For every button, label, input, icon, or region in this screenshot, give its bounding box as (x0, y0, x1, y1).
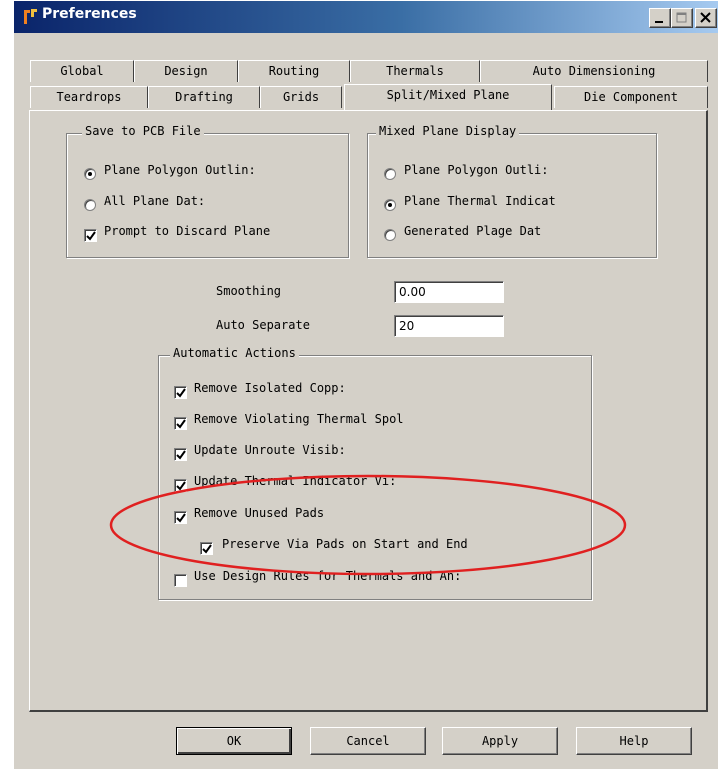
checkbox-remove-violating-thermal-spokes[interactable] (174, 417, 187, 430)
checkbox-preserve-via-pads-label: Preserve Via Pads on Start and End (222, 537, 468, 551)
checkmark-icon (176, 388, 186, 398)
checkbox-update-unroute-visibility-label: Update Unroute Visib: (194, 443, 346, 457)
checkbox-remove-unused-pads-label: Remove Unused Pads (194, 506, 325, 520)
automatic-actions-group-title: Automatic Actions (170, 346, 299, 360)
checkbox-use-design-rules-thermals-label: Use Design Rules for Thermals and An: (194, 569, 462, 583)
smoothing-label: Smoothing (216, 284, 282, 298)
radio-all-plane-data[interactable] (84, 199, 96, 211)
checkbox-update-thermal-indicator-visibility[interactable] (174, 479, 187, 492)
radio-plane-polygon-outline[interactable] (84, 168, 96, 180)
close-icon (700, 12, 711, 23)
cancel-button[interactable]: Cancel (310, 727, 426, 755)
checkbox-preserve-via-pads[interactable] (200, 542, 213, 555)
tab-routing[interactable]: Routing (238, 60, 350, 82)
checkbox-use-design-rules-thermals[interactable] (174, 574, 187, 587)
tab-auto-dimensioning[interactable]: Auto Dimensioning (480, 60, 708, 82)
checkbox-update-thermal-indicator-visibility-label: Update Thermal Indicator Vi: (194, 474, 397, 488)
radio-all-plane-data-label: All Plane Dat: (104, 194, 206, 208)
tab-thermals[interactable]: Thermals (350, 60, 480, 82)
mixed-plane-display-group-title: Mixed Plane Display (376, 124, 520, 138)
checkbox-prompt-discard-plane-label: Prompt to Discard Plane (104, 224, 271, 238)
auto-separate-label: Auto Separate (216, 318, 310, 332)
radio-generated-plane-data[interactable] (384, 229, 396, 241)
minimize-icon (655, 21, 663, 23)
smoothing-input[interactable]: 0.00 (394, 281, 504, 303)
tab-drafting[interactable]: Drafting (148, 86, 260, 108)
ok-button[interactable]: OK (176, 727, 292, 755)
maximize-icon (676, 12, 687, 23)
checkbox-update-unroute-visibility[interactable] (174, 448, 187, 461)
tab-split-mixed-plane[interactable]: Split/Mixed Plane (344, 84, 552, 110)
tab-global[interactable]: Global (30, 60, 134, 82)
close-button[interactable] (695, 8, 717, 28)
maximize-button[interactable] (671, 8, 693, 28)
tab-die-component[interactable]: Die Component (554, 86, 708, 108)
tab-teardrops[interactable]: Teardrops (30, 86, 148, 108)
checkmark-icon (176, 450, 186, 460)
minimize-button[interactable] (649, 8, 671, 28)
checkbox-remove-isolated-copper-label: Remove Isolated Copp: (194, 381, 346, 395)
radio-plane-polygon-outline-display-label: Plane Polygon Outli: (404, 163, 549, 177)
checkmark-icon (202, 544, 212, 554)
window-title: Preferences (42, 6, 137, 22)
tab-design[interactable]: Design (134, 60, 238, 82)
checkmark-icon (86, 231, 96, 241)
checkmark-icon (176, 513, 186, 523)
auto-separate-input[interactable]: 20 (394, 315, 504, 337)
apply-button[interactable]: Apply (442, 727, 558, 755)
radio-plane-thermal-indicators-label: Plane Thermal Indicat (404, 194, 556, 208)
radio-generated-plane-data-label: Generated Plage Dat (404, 224, 542, 238)
save-to-pcb-group-title: Save to PCB File (82, 124, 204, 138)
checkmark-icon (176, 481, 186, 491)
radio-plane-polygon-outline-display[interactable] (384, 168, 396, 180)
pads-logo-icon (24, 9, 37, 24)
checkbox-prompt-discard-plane[interactable] (84, 229, 97, 242)
radio-plane-polygon-outline-label: Plane Polygon Outlin: (104, 163, 256, 177)
tab-grids[interactable]: Grids (260, 86, 342, 108)
help-button[interactable]: Help (576, 727, 692, 755)
checkbox-remove-isolated-copper[interactable] (174, 386, 187, 399)
radio-plane-thermal-indicators[interactable] (384, 199, 396, 211)
checkbox-remove-violating-thermal-spokes-label: Remove Violating Thermal Spol (194, 412, 404, 426)
checkmark-icon (176, 419, 186, 429)
checkbox-remove-unused-pads[interactable] (174, 511, 187, 524)
